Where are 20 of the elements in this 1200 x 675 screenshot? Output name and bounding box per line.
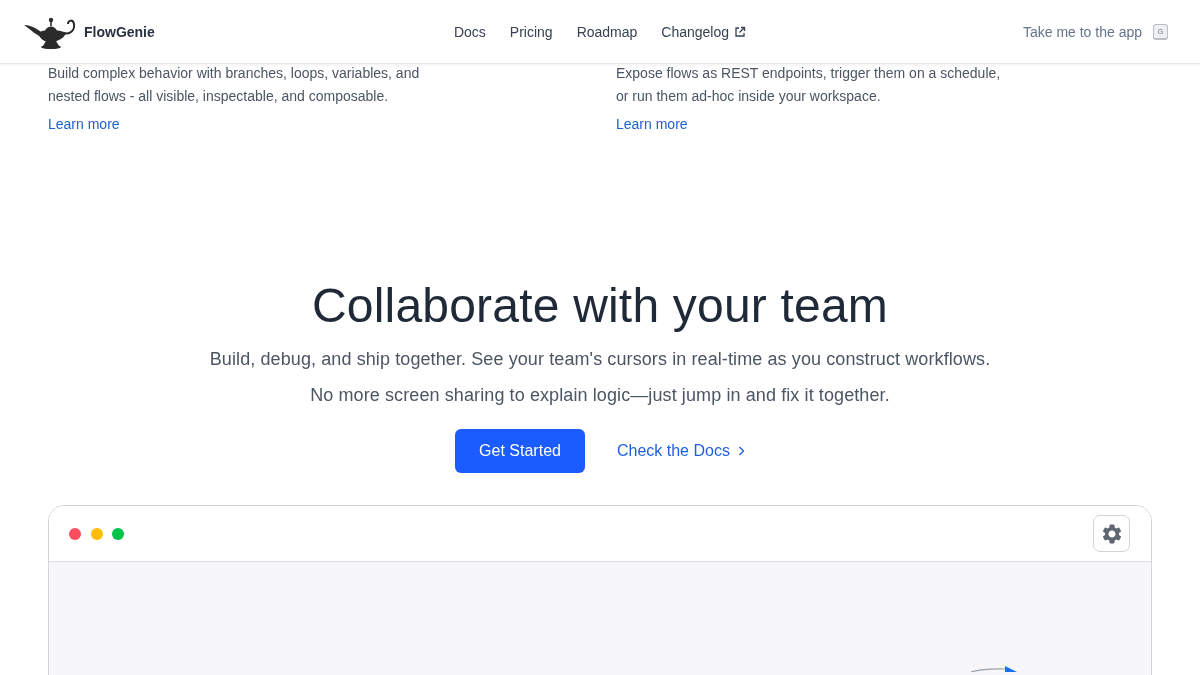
nav-link[interactable]: Roadmap: [576, 23, 638, 40]
brand-name[interactable]: FlowGenie: [84, 23, 155, 40]
nav-link[interactable]: Changelog: [661, 23, 747, 40]
section-description: No more screen sharing to explain logic—just jump in and fix it together.: [310, 384, 890, 407]
learn-more-link[interactable]: Learn more: [616, 115, 688, 133]
settings-button[interactable]: [1093, 515, 1130, 552]
feature-description: Build complex behavior with branches, loops, variables, and nested flows - all visible, inspectable, and composable.: [48, 64, 421, 106]
nav-link[interactable]: Pricing: [509, 23, 553, 40]
settings-icon: [1101, 523, 1122, 544]
connector-arrow: [971, 666, 1017, 672]
learn-more-link[interactable]: Learn more: [48, 115, 120, 133]
feature-description: Expose flows as REST endpoints, trigger them on a schedule, or run them ad-hoc inside your workspace.: [616, 64, 1002, 106]
external-link-icon: [734, 25, 747, 38]
chevron-right-icon: [737, 446, 745, 456]
section-description: Build, debug, and ship together. See your team's cursors in real-time as you construct workflows.: [209, 348, 991, 371]
section-heading: Collaborate with your team: [311, 278, 889, 334]
nav-link[interactable]: Docs: [453, 23, 486, 40]
check-docs-link[interactable]: Check the Docs: [616, 442, 745, 460]
app-link[interactable]: Take me to the app: [1022, 23, 1142, 40]
get-started-button[interactable]: Get Started: [455, 429, 585, 473]
